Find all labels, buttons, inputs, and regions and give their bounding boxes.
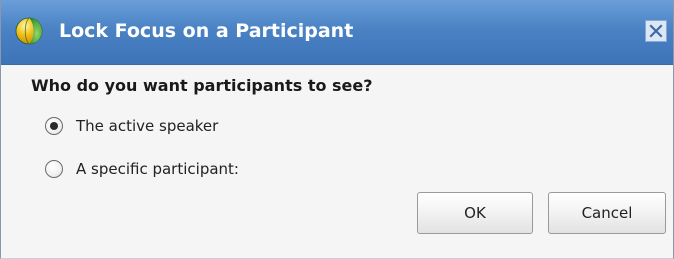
option-label-specific-participant[interactable]: A specific participant: — [76, 160, 239, 178]
option-specific-participant[interactable]: A specific participant: — [45, 157, 239, 181]
dialog-title: Lock Focus on a Participant — [59, 20, 354, 42]
lock-focus-dialog: Lock Focus on a Participant Who do you w… — [0, 0, 674, 259]
cancel-button[interactable]: Cancel — [548, 192, 666, 234]
close-button[interactable] — [645, 20, 667, 42]
dialog-question: Who do you want participants to see? — [31, 76, 373, 95]
close-icon — [649, 24, 663, 38]
ok-button[interactable]: OK — [417, 192, 533, 234]
dialog-titlebar: Lock Focus on a Participant — [1, 0, 673, 65]
globe-icon — [15, 17, 43, 45]
option-active-speaker[interactable]: The active speaker — [45, 114, 218, 138]
radio-active-speaker[interactable] — [45, 117, 63, 135]
radio-selected-dot — [50, 122, 58, 130]
radio-specific-participant[interactable] — [45, 160, 63, 178]
option-label-active-speaker[interactable]: The active speaker — [76, 117, 218, 135]
